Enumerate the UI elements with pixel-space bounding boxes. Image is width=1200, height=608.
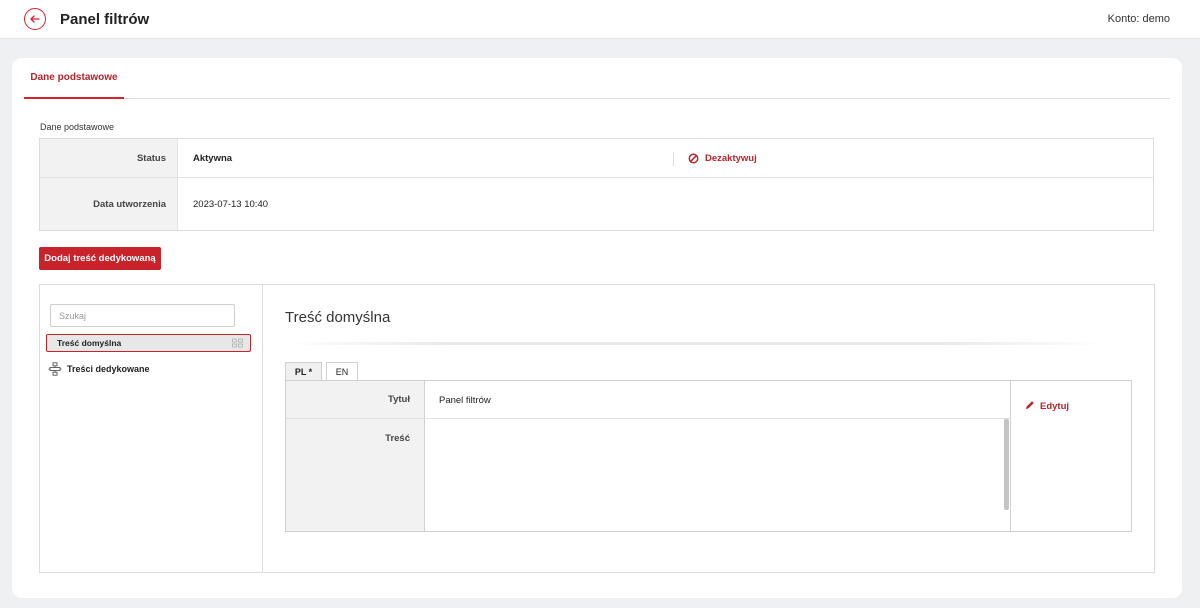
status-label: Status <box>40 139 178 177</box>
content-panel: Treść domyślna Treści <box>39 284 1155 573</box>
content-detail: Treść domyślna PL * EN Tytuł Panel filtr… <box>264 285 1154 572</box>
field-label-body: Treść <box>286 419 425 531</box>
title-divider <box>285 342 1105 345</box>
edit-label: Edytuj <box>1040 401 1070 412</box>
arrow-left-icon <box>30 15 40 23</box>
tree-node-icon <box>48 362 62 376</box>
content-title: Treść domyślna <box>285 309 391 326</box>
deactivate-label: Dezaktywuj <box>705 152 757 164</box>
account-label: Konto: demo <box>1107 13 1170 25</box>
created-label: Data utworzenia <box>40 178 178 230</box>
edit-button[interactable]: Edytuj <box>1025 400 1070 412</box>
top-bar: Panel filtrów Konto: demo <box>0 0 1200 39</box>
field-label-title: Tytuł <box>286 381 425 419</box>
back-button[interactable] <box>24 8 46 30</box>
basic-data-table: Status Aktywna Dezaktywuj Data utworzeni… <box>39 138 1154 231</box>
search-input[interactable] <box>50 304 235 327</box>
ban-icon <box>688 153 699 163</box>
tree-item-default-content[interactable]: Treść domyślna <box>46 334 251 352</box>
divider <box>673 152 674 166</box>
field-value-body <box>425 419 1011 531</box>
content-fields-table: Tytuł Panel filtrów Treść Edytuj <box>285 380 1132 532</box>
tree-item-label: Treści dedykowane <box>67 364 150 374</box>
created-row: Data utworzenia 2023-07-13 10:40 <box>40 178 1153 230</box>
field-value-title: Panel filtrów <box>439 394 491 406</box>
drag-handle-icon[interactable] <box>232 338 243 348</box>
section-caption: Dane podstawowe <box>40 122 115 132</box>
action-column: Edytuj <box>1010 381 1131 531</box>
body-scrollbar[interactable] <box>1004 419 1009 510</box>
tab-basic-data[interactable]: Dane podstawowe <box>24 58 124 99</box>
add-dedicated-content-button[interactable]: Dodaj treść dedykowaną <box>39 247 161 270</box>
status-row: Status Aktywna Dezaktywuj <box>40 139 1153 178</box>
created-value: 2023-07-13 10:40 <box>193 198 269 210</box>
tab-lang-en[interactable]: EN <box>326 362 358 381</box>
tab-lang-pl[interactable]: PL * <box>285 362 322 381</box>
deactivate-button[interactable]: Dezaktywuj <box>688 139 757 177</box>
tree-item-label: Treść domyślna <box>57 338 122 348</box>
content-tree: Treść domyślna Treści <box>40 285 263 572</box>
pencil-icon <box>1026 400 1034 409</box>
main-card: Dane podstawowe Dane podstawowe Status A… <box>12 58 1182 598</box>
tab-bar: Dane podstawowe <box>24 58 1170 99</box>
tree-item-dedicated-contents[interactable]: Treści dedykowane <box>48 361 150 377</box>
page-title: Panel filtrów <box>60 11 150 28</box>
status-value: Aktywna <box>193 152 233 164</box>
